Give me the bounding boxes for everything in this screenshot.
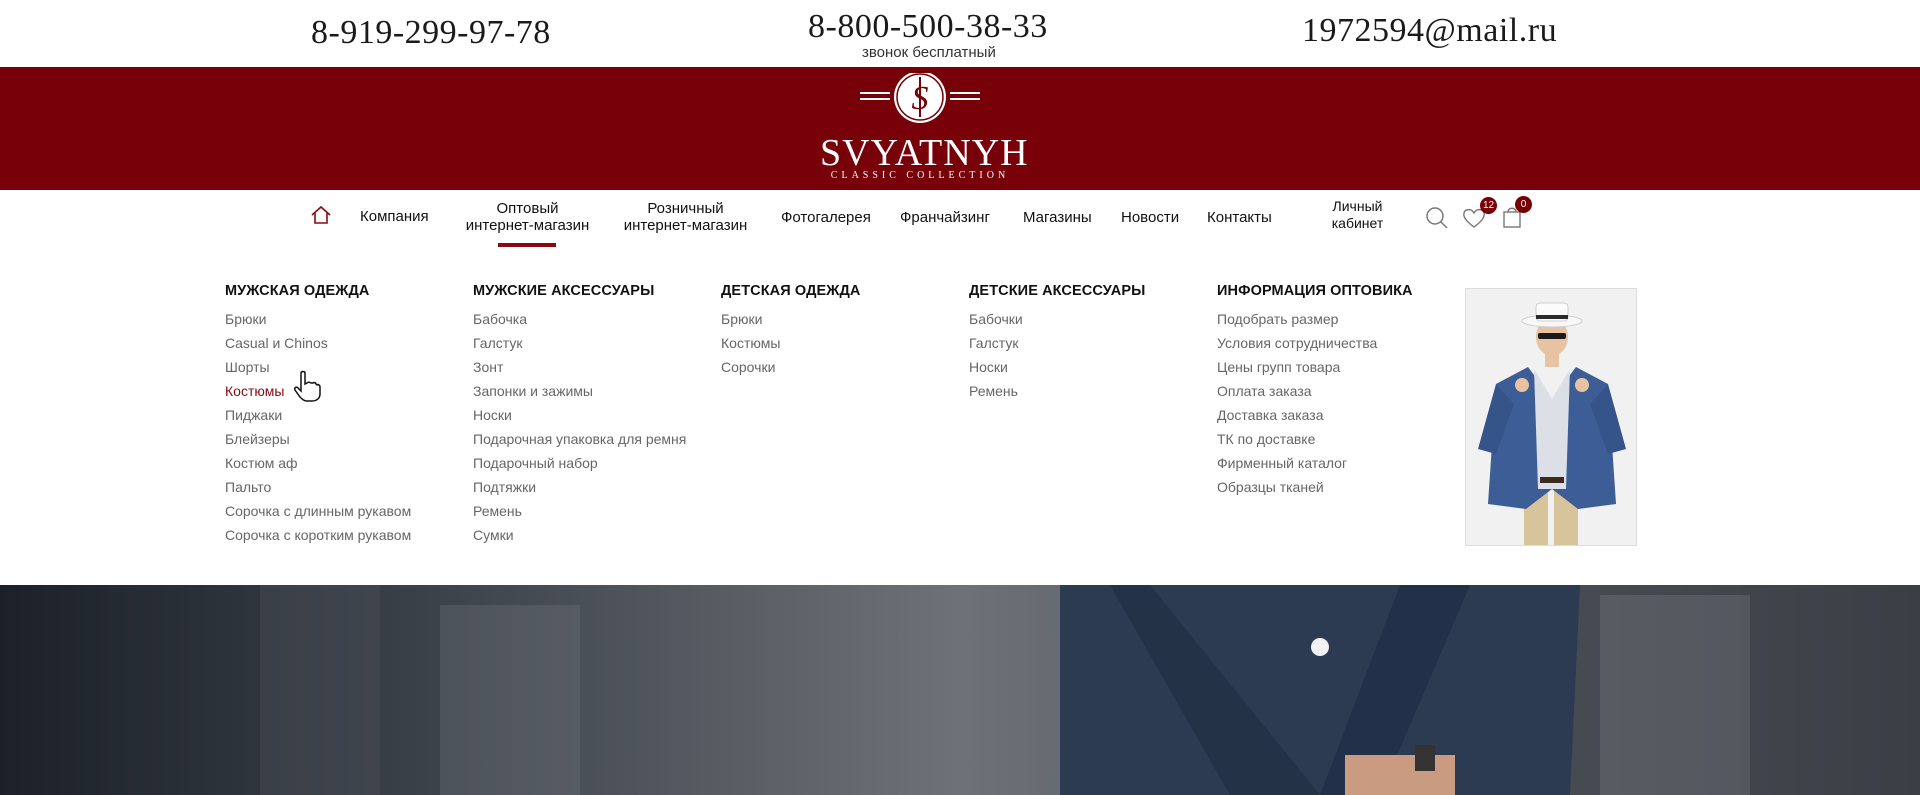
menu-column-kids-clothing: ДЕТСКАЯ ОДЕЖДА Брюки Костюмы Сорочки [721, 283, 961, 379]
menu-column-kids-accessories: ДЕТСКИЕ АКСЕССУАРЫ Бабочки Галстук Носки… [969, 283, 1209, 403]
hero-banner-image [0, 585, 1920, 795]
cart-count-badge: 0 [1515, 196, 1532, 213]
menu-link[interactable]: Пальто [225, 475, 465, 499]
menu-title[interactable]: ИНФОРМАЦИЯ ОПТОВИКА [1217, 283, 1457, 307]
menu-link[interactable]: Блейзеры [225, 427, 465, 451]
menu-link[interactable]: Брюки [721, 307, 961, 331]
contact-bar: 8-919-299-97-78 8-800-500-38-33 звонок б… [0, 0, 1920, 67]
menu-link[interactable]: Цены групп товара [1217, 355, 1457, 379]
menu-link[interactable]: Бабочки [969, 307, 1209, 331]
phone-left[interactable]: 8-919-299-97-78 [311, 14, 551, 52]
menu-link[interactable]: Условия сотрудничества [1217, 331, 1457, 355]
menu-column-mens-accessories: МУЖСКИЕ АКСЕССУАРЫ Бабочка Галстук Зонт … [473, 283, 713, 547]
brand-tagline: CLASSIC COLLECTION [830, 170, 1010, 181]
nav-gallery[interactable]: Фотогалерея [781, 209, 871, 226]
logo-emblem-icon: S [860, 71, 980, 123]
nav-franchise[interactable]: Франчайзинг [900, 209, 990, 226]
active-nav-underline [498, 243, 556, 247]
menu-title[interactable]: МУЖСКАЯ ОДЕЖДА [225, 283, 465, 307]
search-icon[interactable] [1425, 206, 1449, 230]
menu-title[interactable]: ДЕТСКИЕ АКСЕССУАРЫ [969, 283, 1209, 307]
toll-free-note: звонок бесплатный [862, 44, 996, 61]
email-link[interactable]: 1972594@mail.ru [1302, 12, 1557, 50]
menu-link[interactable]: Подарочный набор [473, 451, 713, 475]
nav-contacts[interactable]: Контакты [1207, 209, 1272, 226]
hero-photo-illustration [260, 585, 1750, 795]
menu-link-hovered[interactable]: Костюмы [225, 379, 465, 403]
menu-link[interactable]: ТК по доставке [1217, 427, 1457, 451]
menu-link[interactable]: Носки [969, 355, 1209, 379]
menu-link[interactable]: Галстук [473, 331, 713, 355]
menu-link[interactable]: Подобрать размер [1217, 307, 1457, 331]
menu-link[interactable]: Сумки [473, 523, 713, 547]
menu-link[interactable]: Бабочка [473, 307, 713, 331]
logo[interactable]: S SVYATNYH CLASSIC COLLECTION [820, 71, 1029, 185]
menu-link[interactable]: Фирменный каталог [1217, 451, 1457, 475]
nav-retail-shop[interactable]: Розничный интернет-магазин [618, 200, 753, 234]
nav-company[interactable]: Компания [360, 208, 429, 225]
menu-link[interactable]: Ремень [473, 499, 713, 523]
menu-link[interactable]: Галстук [969, 331, 1209, 355]
nav-wholesale-line2: интернет-магазин [465, 217, 590, 234]
menu-promo-image[interactable] [1465, 288, 1637, 546]
phone-toll-free[interactable]: 8-800-500-38-33 [808, 8, 1048, 46]
menu-link[interactable]: Зонт [473, 355, 713, 379]
nav-stores[interactable]: Магазины [1023, 209, 1092, 226]
nav-account[interactable]: Личный кабинет [1320, 198, 1395, 232]
nav-news[interactable]: Новости [1121, 209, 1179, 226]
menu-link[interactable]: Доставка заказа [1217, 403, 1457, 427]
menu-link[interactable]: Сорочки [721, 355, 961, 379]
menu-link[interactable]: Пиджаки [225, 403, 465, 427]
nav-retail-line2: интернет-магазин [623, 217, 748, 234]
model-photo-illustration [1466, 289, 1636, 545]
menu-link[interactable]: Костюм аф [225, 451, 465, 475]
brand-banner: S SVYATNYH CLASSIC COLLECTION [0, 67, 1920, 190]
menu-title[interactable]: ДЕТСКАЯ ОДЕЖДА [721, 283, 961, 307]
menu-title[interactable]: МУЖСКИЕ АКСЕССУАРЫ [473, 283, 713, 307]
brand-name: SVYATNYH [820, 132, 1029, 174]
menu-link[interactable]: Костюмы [721, 331, 961, 355]
main-nav: Компания Оптовый интернет-магазин Рознич… [0, 190, 1920, 250]
menu-link[interactable]: Оплата заказа [1217, 379, 1457, 403]
wishlist-count-badge: 12 [1480, 197, 1497, 214]
home-icon[interactable] [310, 204, 332, 226]
nav-account-line2: кабинет [1331, 215, 1384, 231]
menu-link[interactable]: Ремень [969, 379, 1209, 403]
menu-link[interactable]: Образцы тканей [1217, 475, 1457, 499]
hand-cursor-icon [294, 370, 321, 402]
nav-wholesale-shop[interactable]: Оптовый интернет-магазин [460, 200, 595, 234]
menu-link[interactable]: Сорочка с коротким рукавом [225, 523, 465, 547]
menu-column-wholesale-info: ИНФОРМАЦИЯ ОПТОВИКА Подобрать размер Усл… [1217, 283, 1457, 499]
menu-link[interactable]: Casual и Chinos [225, 331, 465, 355]
nav-account-line1: Личный [1332, 198, 1383, 214]
menu-link[interactable]: Подарочная упаковка для ремня [473, 427, 713, 451]
menu-link[interactable]: Носки [473, 403, 713, 427]
menu-column-mens-clothing: МУЖСКАЯ ОДЕЖДА Брюки Casual и Chinos Шор… [225, 283, 465, 547]
nav-retail-line1: Розничный [647, 200, 724, 217]
menu-link[interactable]: Подтяжки [473, 475, 713, 499]
menu-link[interactable]: Брюки [225, 307, 465, 331]
nav-wholesale-line1: Оптовый [496, 200, 559, 217]
menu-link[interactable]: Запонки и зажимы [473, 379, 713, 403]
menu-link[interactable]: Сорочка с длинным рукавом [225, 499, 465, 523]
menu-link[interactable]: Шорты [225, 355, 465, 379]
